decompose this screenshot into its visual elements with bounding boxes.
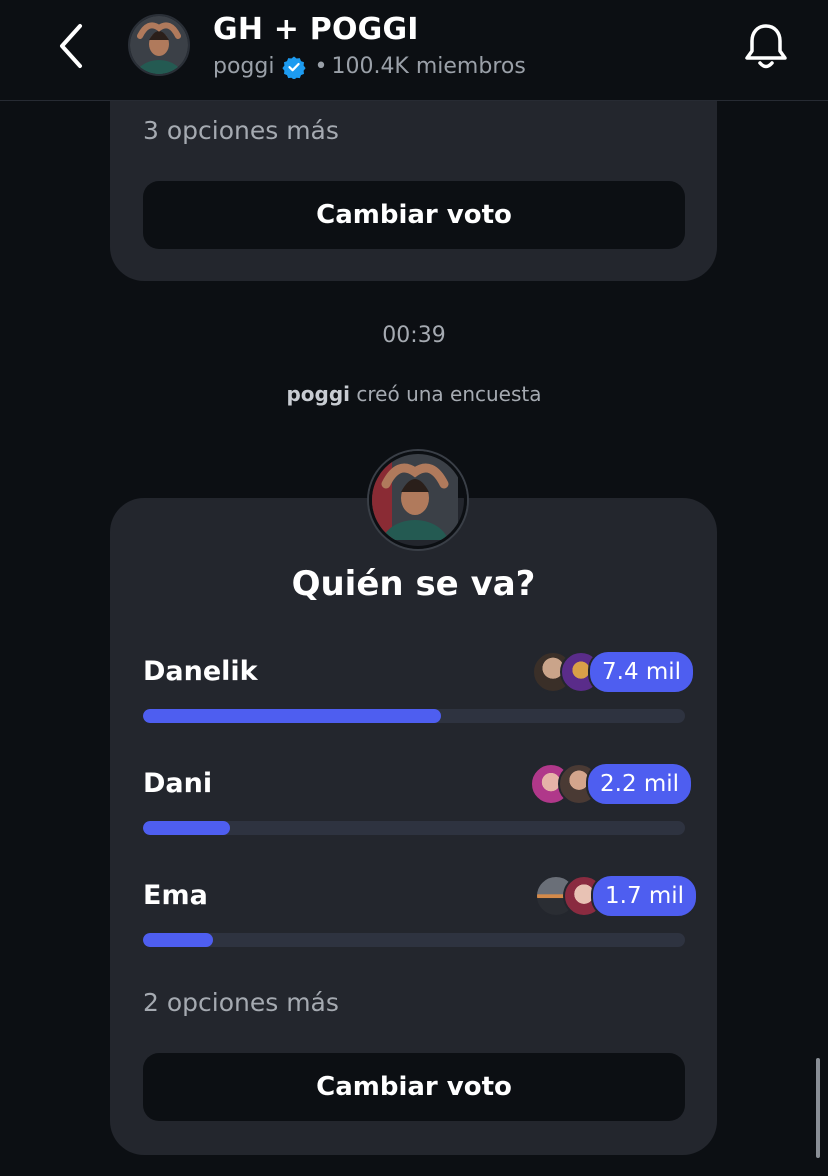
system-message-author[interactable]: poggi [286, 382, 350, 406]
poll-option-bar-fill [143, 933, 214, 947]
poll-option-name[interactable]: Dani [143, 768, 212, 799]
channel-subtitle: poggi • 100.4K miembros [213, 54, 526, 79]
poll-question: Quién se va? [291, 564, 536, 604]
poll-option-bar [143, 709, 685, 723]
channel-header: GH + POGGI poggi • 100.4K miembros [0, 0, 828, 101]
poll-option-bar [143, 933, 685, 947]
system-message: poggi creó una encuesta [0, 382, 828, 406]
change-vote-button[interactable]: Cambiar voto [143, 1053, 685, 1121]
poll-option-bar [143, 821, 685, 835]
poll-option-bar-fill [143, 709, 442, 723]
back-button[interactable] [48, 18, 96, 74]
notifications-button[interactable] [742, 20, 790, 72]
vote-count-badge[interactable]: 7.4 mil [588, 650, 696, 694]
poll-option-voters[interactable]: 7.4 mil [532, 650, 696, 694]
bell-icon [745, 24, 787, 69]
message-timestamp: 00:39 [382, 323, 446, 348]
scrollbar[interactable] [816, 1058, 820, 1158]
poll-option-voters[interactable]: 2.2 mil [530, 762, 694, 806]
member-count: 100.4K miembros [331, 54, 526, 79]
poll-option-bar-fill [143, 821, 230, 835]
separator-dot: • [314, 54, 328, 79]
chevron-left-icon [60, 24, 82, 68]
system-message-text: creó una encuesta [350, 382, 542, 406]
vote-count-badge[interactable]: 1.7 mil [591, 874, 699, 918]
channel-avatar[interactable] [128, 14, 190, 76]
channel-title: GH + POGGI [213, 12, 419, 47]
poll-card: Quién se va? Danelik 7.4 mil Dani 2.2 mi… [110, 498, 717, 1155]
chat-screen: GH + POGGI poggi • 100.4K miembros 3 opc… [0, 0, 828, 1176]
verified-badge-icon [282, 56, 307, 79]
vote-count-badge[interactable]: 2.2 mil [586, 762, 694, 806]
more-options-link[interactable]: 3 opciones más [143, 116, 339, 145]
poll-option-name[interactable]: Ema [143, 880, 208, 911]
change-vote-button[interactable]: Cambiar voto [143, 181, 685, 249]
poll-option-name[interactable]: Danelik [143, 656, 258, 687]
more-options-link[interactable]: 2 opciones más [143, 988, 339, 1017]
poll-author-avatar[interactable] [369, 451, 467, 549]
channel-owner[interactable]: poggi [213, 54, 274, 79]
poll-option-voters[interactable]: 1.7 mil [535, 874, 699, 918]
